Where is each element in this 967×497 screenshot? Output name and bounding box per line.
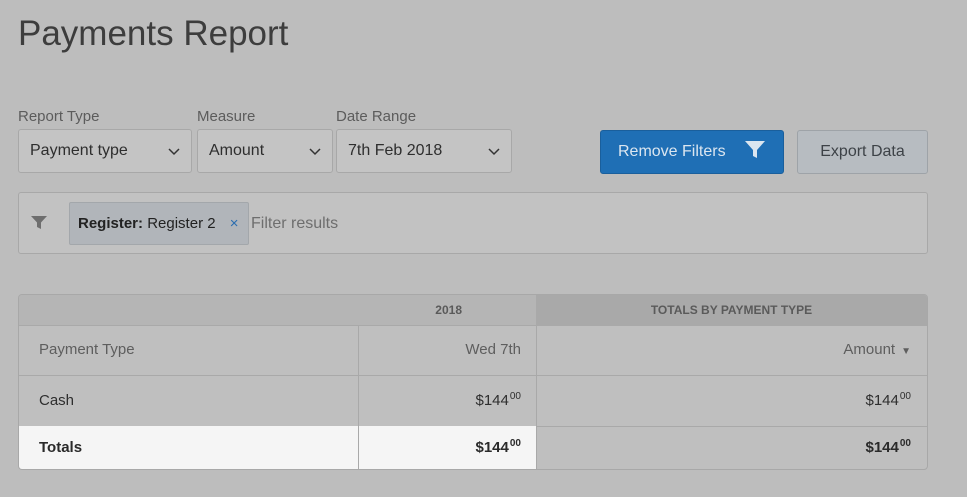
table-row: Cash $14400 $14400 <box>19 375 927 427</box>
group-header-totals: TOTALS BY PAYMENT TYPE <box>536 295 927 325</box>
column-header-payment-type[interactable]: Payment Type <box>19 325 358 375</box>
remove-filters-button[interactable]: Remove Filters <box>600 130 784 174</box>
report-type-label: Report Type <box>18 108 100 125</box>
chip-key: Register: <box>78 215 144 232</box>
measure-select[interactable]: Amount <box>197 129 333 173</box>
payment-type-cell: Cash <box>39 392 75 409</box>
filter-icon <box>745 140 766 158</box>
group-header-year: 2018 <box>435 303 462 317</box>
payments-table: 2018 TOTALS BY PAYMENT TYPE Payment Type… <box>18 294 928 470</box>
chevron-down-icon <box>488 148 500 156</box>
total-cents: 00 <box>899 391 911 402</box>
filter-input[interactable]: Filter results <box>251 215 338 233</box>
day-amount-cell: $14400 <box>358 375 536 426</box>
column-header-day[interactable]: Wed 7th <box>358 325 536 375</box>
chip-value: Register 2 <box>147 215 216 232</box>
remove-filters-label: Remove Filters <box>617 143 726 160</box>
filter-icon <box>31 216 47 229</box>
totals-total-amount: $144 <box>865 439 899 456</box>
export-data-button[interactable]: Export Data <box>797 130 928 174</box>
totals-day-amount: $144 <box>475 439 509 456</box>
totals-row: Totals $14400 $14400 <box>19 426 927 469</box>
amount-header-label: Amount <box>843 341 896 358</box>
chevron-down-icon <box>309 148 321 156</box>
totals-label: Totals <box>19 426 358 469</box>
measure-label: Measure <box>197 108 256 125</box>
table-group-header: 2018 TOTALS BY PAYMENT TYPE <box>19 295 927 326</box>
report-type-value: Payment type <box>30 142 128 159</box>
date-range-label: Date Range <box>336 108 417 125</box>
date-range-select[interactable]: 7th Feb 2018 <box>336 129 512 173</box>
totals-total-cents: 00 <box>899 438 911 449</box>
totals-total-cell: $14400 <box>536 426 927 469</box>
filter-bar: Register: Register 2 × Filter results <box>18 192 928 254</box>
date-range-value: 7th Feb 2018 <box>348 142 443 159</box>
sort-desc-icon: ▼ <box>901 346 911 357</box>
report-type-select[interactable]: Payment type <box>18 129 192 173</box>
page-title: Payments Report <box>18 14 289 53</box>
day-amount: $144 <box>475 392 509 409</box>
total-amount-cell: $14400 <box>536 375 927 426</box>
totals-day-cell: $14400 <box>358 426 536 469</box>
day-cents: 00 <box>509 391 521 402</box>
group-header-empty <box>19 295 358 325</box>
total-amount: $144 <box>865 392 899 409</box>
chevron-down-icon <box>168 148 180 156</box>
close-icon[interactable]: × <box>230 203 239 244</box>
table-header-row: Payment Type Wed 7th Amount ▼ <box>19 325 927 376</box>
totals-day-cents: 00 <box>509 438 521 449</box>
filter-chip-register: Register: Register 2 × <box>69 202 249 245</box>
column-header-amount[interactable]: Amount ▼ <box>536 325 927 375</box>
measure-value: Amount <box>209 142 265 159</box>
